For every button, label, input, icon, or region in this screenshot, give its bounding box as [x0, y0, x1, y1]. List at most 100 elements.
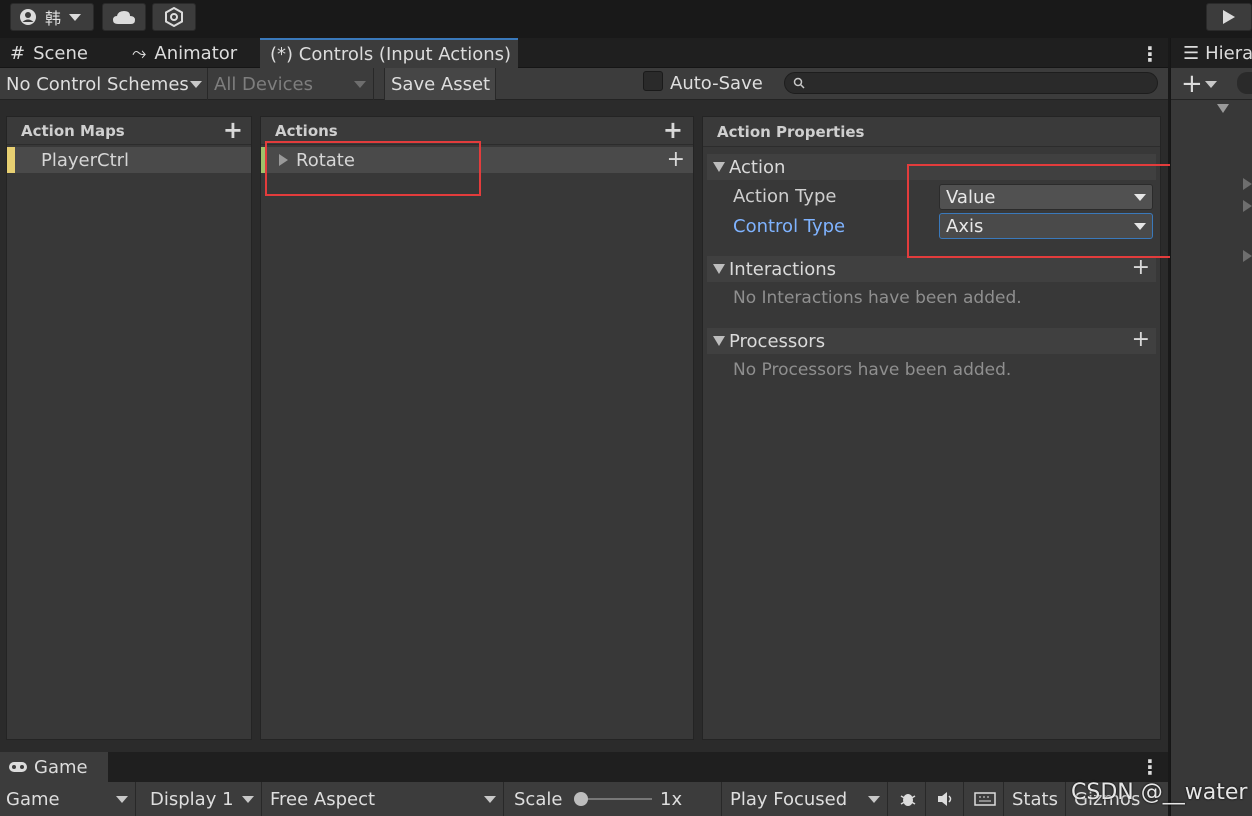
action-map-label: PlayerCtrl [41, 149, 130, 171]
more-options-icon[interactable]: ⋮ [1140, 42, 1160, 66]
tab-controls-input-actions[interactable]: (*) Controls (Input Actions) [260, 38, 518, 68]
auto-save-checkbox[interactable] [643, 71, 663, 91]
scale-value: 1x [660, 788, 683, 810]
more-options-icon[interactable]: ⋮ [1140, 755, 1160, 779]
foldout-arrow-icon[interactable] [1217, 104, 1229, 113]
cloud-button[interactable] [102, 3, 146, 31]
list-item[interactable]: PlayerCtrl [7, 147, 251, 173]
play-icon [1223, 10, 1235, 24]
search-input[interactable] [784, 72, 1158, 94]
game-toolbar: Game Display 1 Free Aspect Scale 1x Play… [0, 782, 1168, 816]
annotation-box-rotate [265, 141, 481, 196]
add-interaction-icon[interactable]: + [1132, 257, 1150, 279]
tab-hierarchy[interactable]: ☰ Hiera [1171, 38, 1252, 68]
map-marker [7, 147, 15, 173]
save-asset-button[interactable]: Save Asset [384, 68, 496, 100]
gamepad-icon [9, 762, 27, 772]
devices-dropdown[interactable]: All Devices [208, 68, 374, 100]
devices-label: All Devices [214, 73, 313, 95]
action-maps-title: Action Maps [21, 121, 125, 140]
action-maps-header: Action Maps + [7, 117, 251, 145]
add-icon[interactable]: + [1181, 69, 1203, 99]
interactions-section-label: Interactions [729, 258, 837, 280]
play-mode-dropdown[interactable]: Play Focused [724, 782, 888, 816]
interactions-empty-message: No Interactions have been added. [733, 288, 1022, 308]
keyboard-button[interactable] [966, 782, 1004, 816]
tab-label: (*) Controls (Input Actions) [270, 43, 512, 65]
scale-slider-handle[interactable] [574, 792, 588, 806]
play-mode-label: Play Focused [730, 788, 848, 810]
tab-label: Hiera [1205, 42, 1252, 64]
action-maps-panel: Action Maps + PlayerCtrl [6, 116, 252, 740]
action-properties-header: Action Properties [703, 117, 1160, 147]
audio-button[interactable] [928, 782, 964, 816]
keyboard-icon [973, 792, 996, 806]
action-type-label: Action Type [733, 186, 837, 207]
chevron-down-icon [868, 796, 880, 803]
collab-icon [165, 7, 183, 27]
game-view-label: Game [6, 788, 60, 810]
game-view-dropdown[interactable]: Game [0, 782, 136, 816]
tab-label: Game [34, 756, 88, 778]
aspect-dropdown[interactable]: Free Aspect [264, 782, 504, 816]
expand-arrow-icon[interactable] [1243, 200, 1252, 212]
chevron-down-icon [69, 13, 82, 21]
add-action-map-icon[interactable]: + [223, 118, 243, 142]
add-binding-icon[interactable]: + [667, 149, 685, 171]
processors-section-label: Processors [729, 330, 826, 352]
tab-label: Scene [33, 42, 88, 64]
grid-icon: # [10, 42, 26, 64]
aspect-label: Free Aspect [270, 788, 376, 810]
cloud-icon [113, 11, 135, 24]
annotation-box-types [907, 164, 1183, 258]
chevron-down-icon [190, 81, 202, 88]
foldout-arrow-icon [713, 336, 725, 346]
tab-animator[interactable]: ⤳ Animator [122, 38, 258, 68]
interactions-section-header[interactable]: Interactions + [707, 256, 1156, 282]
stats-label: Stats [1012, 788, 1058, 810]
scale-label: Scale [514, 788, 563, 810]
display-dropdown[interactable]: Display 1 [144, 782, 262, 816]
expand-arrow-icon[interactable] [1243, 250, 1252, 262]
auto-save-label: Auto-Save [670, 73, 763, 94]
processors-section-header[interactable]: Processors + [707, 328, 1156, 354]
add-processor-icon[interactable]: + [1132, 329, 1150, 351]
game-tab-strip: Game ⋮ [0, 752, 1168, 782]
list-icon: ☰ [1183, 42, 1200, 64]
control-type-label: Control Type [733, 216, 846, 237]
hierarchy-panel: ☰ Hiera + [1170, 38, 1252, 816]
account-name: 韩 [45, 9, 62, 28]
chevron-down-icon [116, 796, 128, 803]
animator-icon: ⤳ [132, 42, 147, 64]
chevron-down-icon [354, 81, 366, 88]
actions-panel: Actions + Rotate + [260, 116, 694, 740]
top-toolbar: 韩 [0, 0, 1252, 38]
action-section-label: Action [729, 156, 786, 178]
watermark-text: CSDN @__water [1071, 780, 1248, 805]
expand-arrow-icon[interactable] [1243, 178, 1252, 190]
hierarchy-toolbar: + [1171, 68, 1252, 100]
hierarchy-search-input[interactable] [1237, 72, 1252, 94]
play-button[interactable] [1206, 3, 1252, 31]
add-action-icon[interactable]: + [663, 118, 683, 142]
bug-icon [900, 794, 915, 806]
actions-title: Actions [275, 121, 338, 140]
stats-button[interactable]: Stats [1006, 782, 1066, 816]
search-icon [793, 77, 805, 89]
foldout-arrow-icon [713, 264, 725, 274]
speaker-icon [937, 792, 951, 806]
control-schemes-label: No Control Schemes [6, 73, 189, 95]
tab-game[interactable]: Game [0, 752, 108, 782]
action-properties-title: Action Properties [717, 122, 865, 141]
collab-button[interactable] [152, 3, 196, 31]
processors-empty-message: No Processors have been added. [733, 360, 1012, 380]
tab-scene[interactable]: # Scene [0, 38, 118, 68]
control-schemes-dropdown[interactable]: No Control Schemes [0, 68, 208, 100]
foldout-arrow-icon [713, 162, 725, 172]
input-actions-toolbar: No Control Schemes All Devices Save Asse… [0, 68, 1168, 100]
tab-label: Animator [154, 42, 238, 64]
account-dropdown[interactable]: 韩 [10, 3, 94, 31]
bug-button[interactable] [890, 782, 926, 816]
editor-tab-strip: # Scene ⤳ Animator (*) Controls (Input A… [0, 38, 1168, 68]
chevron-down-icon [242, 796, 254, 803]
